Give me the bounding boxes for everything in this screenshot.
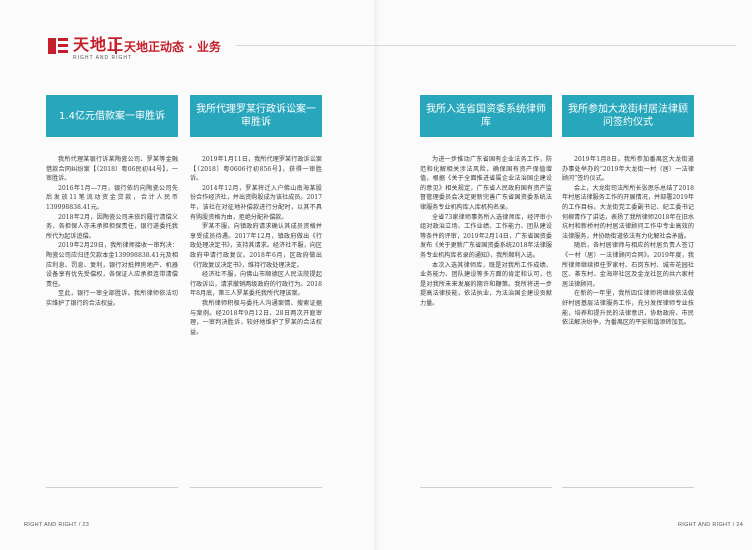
magazine-spread: 天地正 RIGHT AND RIGHT 天地正动态 · 业务 1.4亿元借款案一… [0,0,752,550]
page-number-right: RIGHT AND RIGHT / 24 [678,522,744,528]
column-rule [562,487,694,488]
article-3: 我所入选省国资委系统律师库 为进一步推动广东省国有企业法务工作，防范和化解相关涉… [420,95,552,309]
article-2: 我所代理罗某行政诉讼案一审胜诉 2019年1月11日，我所代理罗某行政诉讼案【（… [190,95,322,337]
paragraph: 2014年12月，罗某将迁入户佛山南海某股份合作经济社，并出资购股成为该社成员。… [190,184,322,221]
column-rule [46,487,178,488]
paragraph: 2019年2月29日，我所律师接收一审判决：陶瓷公司应归还欠款本金1399988… [46,242,178,288]
paragraph: 至此，银行一审全部胜诉。我所律师依法切实维护了银行的合法权益。 [46,290,178,307]
paragraph: 我所代理某银行诉某陶瓷公司、罗某等金融借款合同纠纷案【（2018）粤06民初44… [46,156,178,183]
article-body: 2019年1月11日，我所代理罗某行政诉讼案【（2018）粤0606行初856号… [190,155,322,337]
header-rule [236,45,736,46]
paragraph: 本次入选其律师库，既是对我所工作成绩、业务能力、团队建设等多方面的肯定和认可，也… [420,261,552,307]
article-4: 我所参加大龙街村居法律顾问签约仪式 2019年1月8日，我所参加番禺区大龙街道办… [562,95,694,328]
logo-mark-icon [48,36,70,56]
logo-en-text: RIGHT AND RIGHT [73,55,133,61]
article-body: 为进一步推动广东省国有企业法务工作，防范和化解相关涉法风险，确保国有资产保值增值… [420,155,552,309]
page-number-left: RIGHT AND RIGHT / 23 [24,522,90,528]
paragraph: 2019年1月11日，我所代理罗某行政诉讼案【（2018）粤0606行初856号… [190,156,322,183]
logo: 天地正 RIGHT AND RIGHT [48,36,132,61]
paragraph: 2018年2月，因陶瓷公司未依约履行清偿义务，各担保人亦未承担担保责任，银行遂委… [46,213,178,240]
header-separator [115,38,117,54]
paragraph: 全省73家律师事务所入选律师库，经评审小组对政治立场、工作业绩、工作能力、团队建… [420,213,552,259]
section-title: 天地正动态 · 业务 [124,40,221,54]
paragraph: 罗某不服，向镇政府请求确认其成员资格并享受成员待遇。2017年12月，镇政府做出… [190,223,322,269]
paragraph: 我所律师积极与委托人沟通案情、搜索证据与案例。经2018年9月12日、28日两次… [190,299,322,336]
article-title: 1.4亿元借款案一审胜诉 [46,95,178,137]
paragraph: 在新的一年里，我所四位律师将继续依法做好村居基层法律服务工作，充分发挥律师专业技… [562,290,694,327]
paragraph: 2019年1月8日，我所参加番禺区大龙街道办事处举办的“2019年大龙街一村（居… [562,156,694,183]
article-body: 我所代理某银行诉某陶瓷公司、罗某等金融借款合同纠纷案【（2018）粤06民初44… [46,155,178,309]
article-1: 1.4亿元借款案一审胜诉 我所代理某银行诉某陶瓷公司、罗某等金融借款合同纠纷案【… [46,95,178,309]
article-title: 我所代理罗某行政诉讼案一审胜诉 [190,95,322,137]
article-title: 我所参加大龙街村居法律顾问签约仪式 [562,95,694,137]
paragraph: 经济社不服，向佛山市顺德区人民法院提起行政诉讼，请求撤销两级政府的行政行为。20… [190,271,322,298]
paragraph: 2016年1月—7月，银行依约向陶瓷公司先后发放11笔流动资金贷款，合计人民币1… [46,184,178,211]
column-rule [420,487,552,488]
column-rule [190,487,322,488]
spine-shadow [374,0,380,550]
paragraph: 为进一步推动广东省国有企业法务工作，防范和化解相关涉法风险，确保国有资产保值增值… [420,156,552,211]
article-title: 我所入选省国资委系统律师库 [420,95,552,137]
article-body: 2019年1月8日，我所参加番禺区大龙街道办事处举办的“2019年大龙街一村（居… [562,155,694,328]
paragraph: 随后，各村居律师与相应的村居负责人签订《一村（居）一法律顾问合同》。2019年度… [562,242,694,288]
paragraph: 会上，大龙街司法所所长张思乐总结了2018年村居法律服务工作的开展情况，并部署2… [562,184,694,240]
